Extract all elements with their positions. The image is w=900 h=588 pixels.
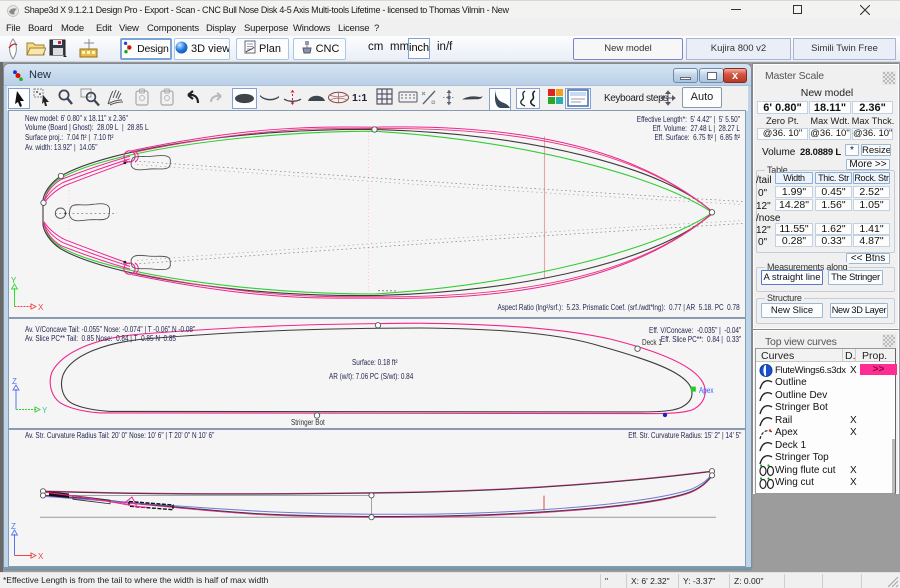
svg-text:X: X xyxy=(38,552,44,561)
svg-text:Z: Z xyxy=(11,522,16,531)
svg-text:Y: Y xyxy=(11,276,17,285)
svg-text:X: X xyxy=(38,303,44,312)
svg-text:Z: Z xyxy=(12,377,17,386)
svg-text:Y: Y xyxy=(42,406,48,415)
